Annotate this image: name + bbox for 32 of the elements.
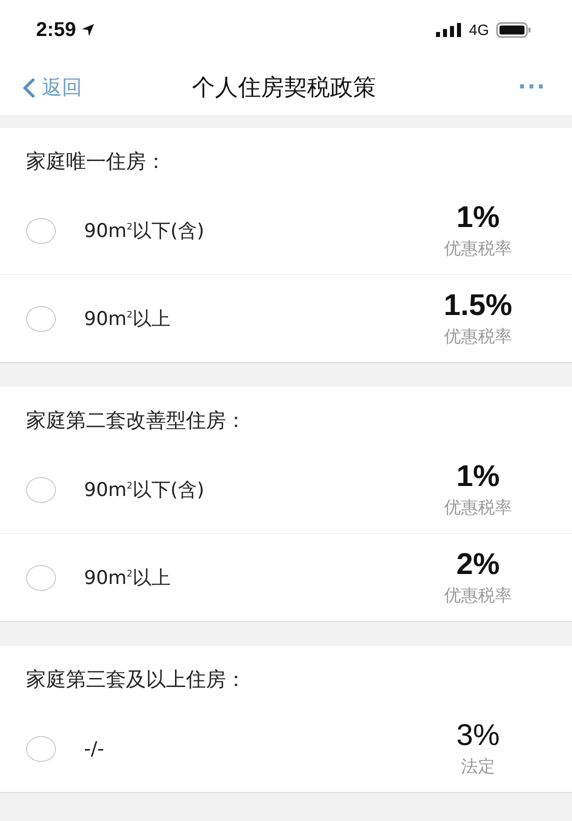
tax-rate: 1.5%	[444, 289, 512, 323]
rate-note: 优惠税率	[444, 497, 512, 519]
radio-button[interactable]	[26, 306, 56, 332]
status-time: 2:59	[36, 18, 76, 42]
tax-rate: 2%	[456, 548, 500, 582]
tax-rate: 1%	[456, 201, 500, 235]
chevron-left-icon	[22, 76, 36, 98]
radio-button[interactable]	[26, 218, 56, 244]
battery-icon	[496, 22, 532, 38]
option-label: 90m$^{2}$以下(含)	[84, 478, 206, 502]
radio-button[interactable]	[26, 476, 56, 502]
section-title: 家庭第三套及以上住房：	[25, 666, 247, 693]
option-label: 90m$^{2}$以上	[84, 566, 172, 590]
option-label: -/-	[84, 738, 106, 760]
option-label: 90m$^{2}$以下(含)	[84, 218, 206, 244]
radio-button[interactable]	[26, 564, 56, 590]
more-button[interactable]: ···	[518, 75, 546, 100]
option-label: 90m$^{2}$以上	[84, 306, 172, 332]
location-arrow-icon	[81, 23, 96, 37]
rate-note: 优惠税率	[444, 326, 512, 348]
tax-rate: 1%	[456, 460, 500, 494]
back-button[interactable]: 返回	[22, 74, 82, 101]
tax-rate: 3%	[456, 719, 500, 753]
page-title: 个人住房契税政策	[192, 74, 376, 103]
radio-button[interactable]	[26, 736, 56, 762]
section-title: 家庭唯一住房：	[25, 148, 167, 175]
network-label: 4G	[468, 22, 489, 38]
signal-icon	[436, 23, 462, 37]
rate-note: 优惠税率	[444, 238, 512, 260]
section-title: 家庭第二套改善型住房：	[25, 407, 247, 434]
rate-note: 法定	[461, 756, 495, 778]
rate-note: 优惠税率	[444, 585, 512, 607]
